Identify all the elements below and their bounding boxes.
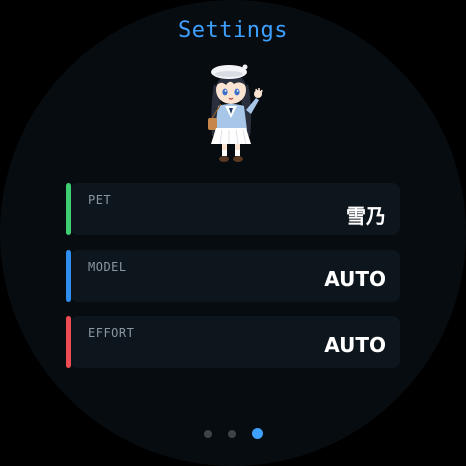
accent-bar — [66, 250, 71, 302]
page-title: Settings — [178, 18, 288, 43]
page-dot-1[interactable] — [203, 429, 212, 438]
page-dot-3-active[interactable] — [251, 428, 263, 439]
setting-value: 雪乃 — [346, 204, 386, 228]
setting-label: PET — [88, 193, 112, 207]
setting-label: EFFORT — [88, 326, 135, 340]
page-dot-2[interactable] — [227, 429, 236, 438]
setting-value: AUTO — [324, 267, 386, 291]
accent-bar — [66, 316, 71, 368]
accent-bar — [66, 183, 71, 235]
setting-card-pet[interactable]: PET 雪乃 — [66, 183, 400, 235]
setting-card-effort[interactable]: EFFORT AUTO — [66, 316, 400, 368]
setting-value: AUTO — [324, 333, 386, 357]
watch-screen: Settings PET 雪乃 MODEL AUTO EFFORT AUTO — [0, 0, 466, 466]
page-indicator — [0, 428, 466, 439]
setting-label: MODEL — [88, 260, 127, 274]
chibi-girl-waving-icon[interactable] — [196, 58, 266, 168]
setting-card-model[interactable]: MODEL AUTO — [66, 250, 400, 302]
